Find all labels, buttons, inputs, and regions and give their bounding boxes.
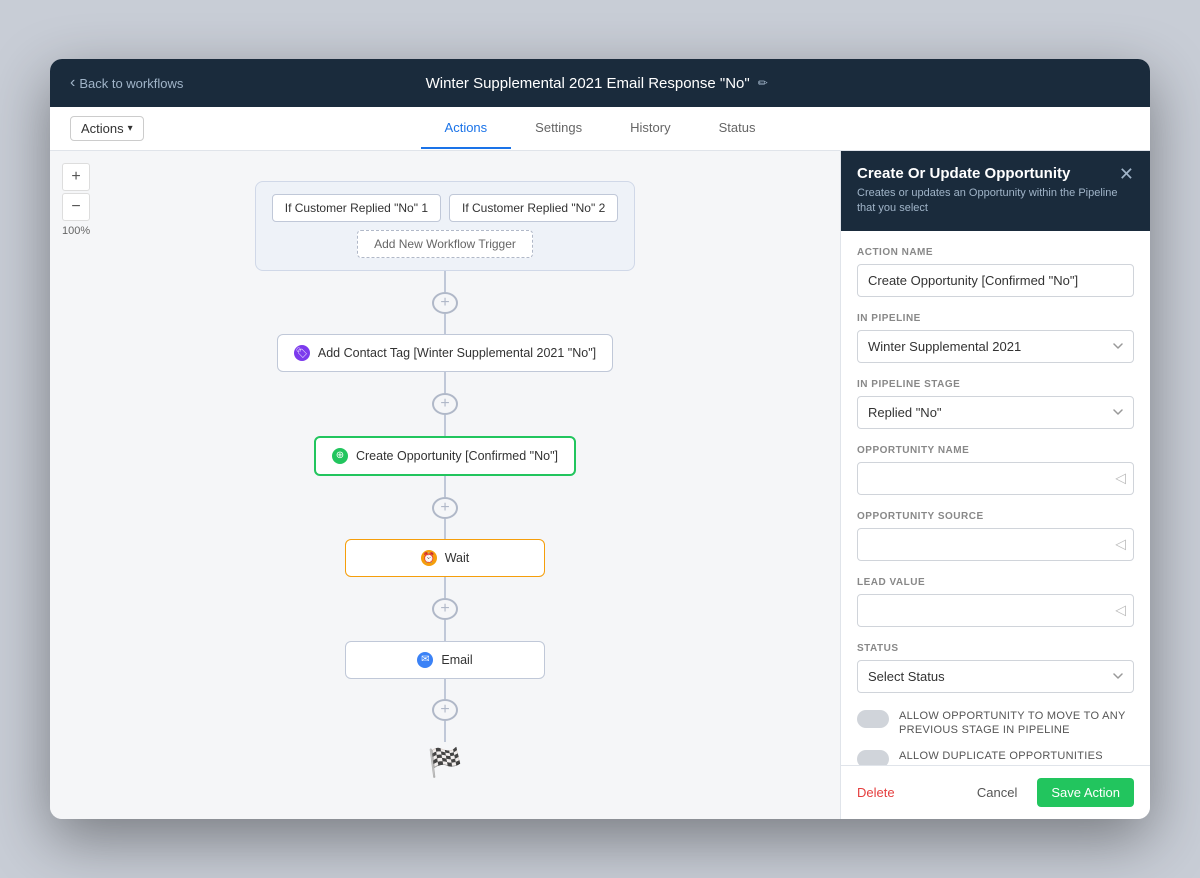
delete-button[interactable]: Delete [857,785,895,800]
edit-icon[interactable]: ✏ [758,76,768,90]
right-panel: Create Or Update Opportunity Creates or … [840,151,1150,819]
connector-line-2 [444,314,446,335]
add-node-circle-3[interactable]: + [432,497,458,519]
connector-line-3 [444,372,446,393]
opportunity-icon: ⊕ [332,448,348,464]
back-link[interactable]: Back to workflows [70,74,183,92]
zoom-in-button[interactable]: + [62,163,90,191]
trigger-box: If Customer Replied "No" 1 If Customer R… [255,181,635,271]
status-label: Status [857,643,1134,654]
footer-right: Cancel Save Action [965,778,1134,807]
action-name-field-group: Action Name [857,247,1134,297]
cancel-button[interactable]: Cancel [965,778,1029,807]
opportunity-source-wrapper: ◁ [857,528,1134,561]
panel-body: Action Name In Pipeline Winter Supplemen… [841,231,1150,765]
connector-line-8 [444,620,446,641]
connector-line-10 [444,721,446,742]
lead-value-label: Lead Value [857,577,1134,588]
panel-header-content: Create Or Update Opportunity Creates or … [857,165,1119,217]
lead-value-wrapper: ◁ [857,594,1134,627]
action-name-label: Action Name [857,247,1134,258]
panel-subtitle: Creates or updates an Opportunity within… [857,186,1119,217]
actions-dropdown[interactable]: Actions [70,116,144,141]
action-node-tag[interactable]: 🏷 Add Contact Tag [Winter Supplemental 2… [277,334,613,372]
allow-duplicate-label: Allow Duplicate Opportunities [899,749,1103,763]
add-trigger-button[interactable]: Add New Workflow Trigger [357,230,533,258]
wait-icon: ⏰ [421,550,437,566]
wait-label: Wait [445,551,470,565]
add-node-circle-4[interactable]: + [432,598,458,620]
in-pipeline-select[interactable]: Winter Supplemental 2021 [857,330,1134,363]
trigger-tag-1[interactable]: If Customer Replied "No" 1 [272,194,441,222]
allow-move-toggle-row: Allow Opportunity To Move To Any Previou… [857,709,1134,738]
panel-title: Create Or Update Opportunity [857,165,1119,182]
connector-line-6 [444,519,446,540]
opportunity-source-icon: ◁ [1115,536,1126,553]
allow-move-label: Allow Opportunity To Move To Any Previou… [899,709,1134,738]
add-node-circle-5[interactable]: + [432,699,458,721]
pipeline-stage-label: In Pipeline Stage [857,379,1134,390]
workflow-canvas: If Customer Replied "No" 1 If Customer R… [50,151,840,819]
lead-value-field-group: Lead Value ◁ [857,577,1134,627]
lead-value-icon: ◁ [1115,602,1126,619]
close-button[interactable]: ✕ [1119,165,1134,183]
email-label: Email [441,653,472,667]
allow-duplicate-toggle-row: Allow Duplicate Opportunities [857,749,1134,765]
opportunity-name-field-group: Opportunity Name ◁ [857,445,1134,495]
main-content: + − 100% If Customer Replied "No" 1 If C… [50,151,1150,819]
allow-move-toggle[interactable] [857,710,889,728]
tab-actions[interactable]: Actions [421,108,512,149]
connector-line-5 [444,476,446,497]
zoom-out-button[interactable]: − [62,193,90,221]
action-name-input[interactable] [857,264,1134,297]
save-action-button[interactable]: Save Action [1037,778,1134,807]
action-node-wait[interactable]: ⏰ Wait [345,539,545,577]
opportunity-name-wrapper: ◁ [857,462,1134,495]
email-icon: ✉ [417,652,433,668]
opportunity-source-input[interactable] [857,528,1134,561]
opportunity-name-icon: ◁ [1115,470,1126,487]
connector-line-9 [444,679,446,700]
add-node-circle-2[interactable]: + [432,393,458,415]
tab-history[interactable]: History [606,108,694,149]
action-node-opportunity[interactable]: ⊕ Create Opportunity [Confirmed "No"] [314,436,576,476]
opportunity-label: Create Opportunity [Confirmed "No"] [356,449,558,463]
workflow-title: Winter Supplemental 2021 Email Response … [426,75,768,92]
opportunity-source-field-group: Opportunity Source ◁ [857,511,1134,561]
pipeline-stage-select[interactable]: Replied "No" [857,396,1134,429]
trigger-tag-2[interactable]: If Customer Replied "No" 2 [449,194,618,222]
tabs-bar: Actions Actions Settings History Status [50,107,1150,151]
allow-duplicate-toggle[interactable] [857,750,889,765]
connector-line-7 [444,577,446,598]
zoom-label: 100% [62,225,90,237]
in-pipeline-label: In Pipeline [857,313,1134,324]
in-pipeline-field-group: In Pipeline Winter Supplemental 2021 [857,313,1134,363]
opportunity-name-label: Opportunity Name [857,445,1134,456]
status-field-group: Status Select Status [857,643,1134,693]
lead-value-input[interactable] [857,594,1134,627]
tag-icon: 🏷 [294,345,310,361]
trigger-row: If Customer Replied "No" 1 If Customer R… [272,194,619,222]
pipeline-stage-field-group: In Pipeline Stage Replied "No" [857,379,1134,429]
tab-settings[interactable]: Settings [511,108,606,149]
tag-label: Add Contact Tag [Winter Supplemental 202… [318,346,596,360]
canvas-area: + − 100% If Customer Replied "No" 1 If C… [50,151,840,819]
canvas-controls: + − 100% [62,163,90,237]
action-node-email[interactable]: ✉ Email [345,641,545,679]
panel-footer: Delete Cancel Save Action [841,765,1150,819]
top-bar: Back to workflows Winter Supplemental 20… [50,59,1150,107]
opportunity-name-input[interactable] [857,462,1134,495]
connector-line-1 [444,271,446,292]
add-node-circle-1[interactable]: + [432,292,458,314]
connector-line-4 [444,415,446,436]
status-select[interactable]: Select Status [857,660,1134,693]
panel-header: Create Or Update Opportunity Creates or … [841,151,1150,231]
finish-flag: 🏁 [428,746,463,779]
opportunity-source-label: Opportunity Source [857,511,1134,522]
tab-status[interactable]: Status [695,108,780,149]
